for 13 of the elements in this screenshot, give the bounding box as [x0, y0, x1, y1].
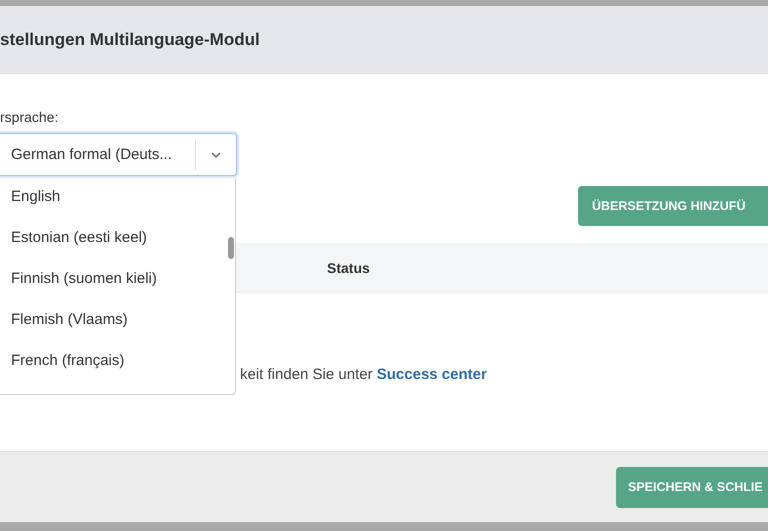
dialog-title: stellungen Multilanguage-Modul — [0, 30, 260, 50]
dropdown-option[interactable]: English — [0, 178, 235, 219]
dropdown-option[interactable]: Estonian (eesti keel) — [0, 219, 235, 260]
field-label: rsprache: — [0, 109, 60, 127]
selected-value: German formal (Deuts... — [10, 146, 173, 163]
column-header: Status — [327, 260, 370, 276]
scrollbar-thumb[interactable] — [228, 237, 234, 259]
dropdown-option[interactable]: French (français) — [0, 342, 235, 383]
language-select[interactable]: German formal (Deuts... — [0, 133, 237, 176]
dropdown-option[interactable]: Finnish (suomen kieli) — [0, 260, 235, 301]
dropdown-option[interactable]: Flemish (Vlaams) — [0, 301, 235, 342]
success-center-link[interactable]: Success center — [376, 366, 487, 383]
chevron-down-icon — [211, 152, 221, 158]
